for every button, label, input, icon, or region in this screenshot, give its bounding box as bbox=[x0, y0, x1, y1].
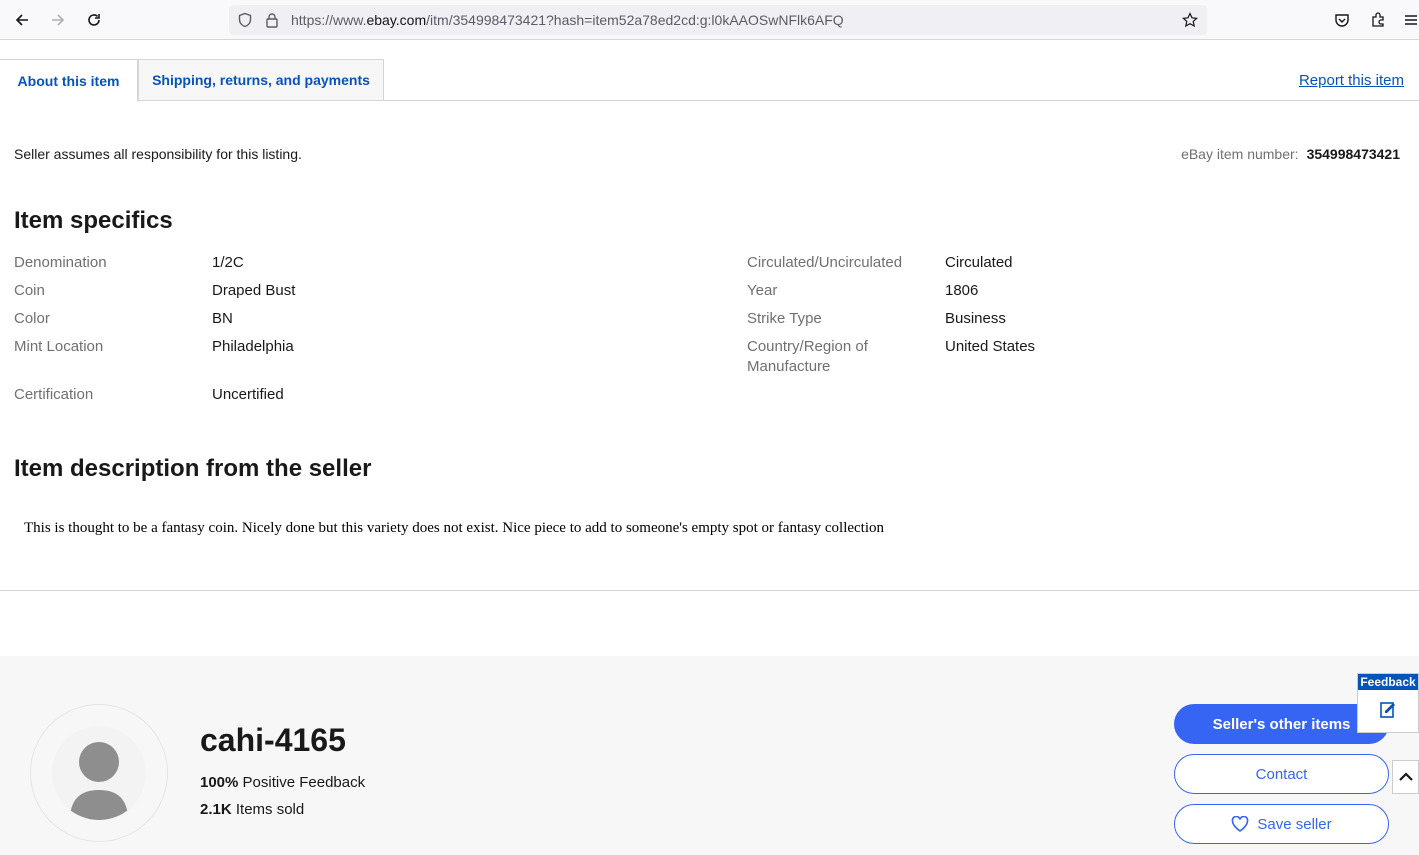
spec-value: BN bbox=[212, 310, 233, 327]
spec-label: Year bbox=[747, 282, 778, 299]
tab-about[interactable]: About this item bbox=[0, 59, 138, 102]
item-number-label: eBay item number: bbox=[1181, 146, 1299, 162]
back-icon[interactable] bbox=[10, 8, 34, 32]
shield-icon[interactable] bbox=[236, 11, 254, 29]
spec-value: Draped Bust bbox=[212, 282, 296, 299]
browser-toolbar: https://www.ebay.com/itm/354998473421?ha… bbox=[0, 0, 1419, 40]
feedback-edit-icon bbox=[1358, 699, 1418, 719]
spec-label: Mint Location bbox=[14, 338, 104, 355]
seller-items-sold: 2.1K Items sold bbox=[200, 801, 304, 818]
save-seller-button[interactable]: Save seller bbox=[1174, 804, 1389, 844]
description-heading: Item description from the seller bbox=[14, 455, 372, 482]
feedback-label: Positive Feedback bbox=[242, 774, 366, 791]
spec-label: Strike Type bbox=[747, 310, 822, 327]
seller-responsibility-note: Seller assumes all responsibility for th… bbox=[14, 146, 302, 162]
item-number: eBay item number: 354998473421 bbox=[1181, 146, 1400, 162]
tab-shipping[interactable]: Shipping, returns, and payments bbox=[138, 59, 384, 101]
spec-value: 1806 bbox=[945, 282, 979, 299]
tab-label: About this item bbox=[17, 72, 120, 89]
scroll-to-top-button[interactable] bbox=[1392, 760, 1419, 794]
forward-icon[interactable] bbox=[46, 8, 70, 32]
url-text: https://www.ebay.com/itm/354998473421?ha… bbox=[291, 12, 844, 28]
spec-value: Business bbox=[945, 310, 1006, 327]
avatar[interactable] bbox=[30, 704, 168, 842]
reload-icon[interactable] bbox=[82, 8, 106, 32]
default-avatar-icon bbox=[52, 726, 146, 820]
spec-label: Certification bbox=[14, 386, 94, 403]
sold-count: 2.1K bbox=[200, 801, 232, 818]
seller-feedback: 100% Positive Feedback bbox=[200, 774, 365, 791]
spec-value: 1/2C bbox=[212, 254, 244, 271]
lock-icon[interactable] bbox=[263, 11, 281, 29]
spec-value: Circulated bbox=[945, 254, 1013, 271]
spec-value: Philadelphia bbox=[212, 338, 294, 355]
bookmark-star-icon[interactable] bbox=[1181, 11, 1199, 29]
save-seller-label: Save seller bbox=[1257, 815, 1332, 833]
contact-seller-button[interactable]: Contact bbox=[1174, 754, 1389, 794]
item-number-value: 354998473421 bbox=[1306, 146, 1400, 162]
spec-label: Country/Region of Manufacture bbox=[747, 338, 868, 375]
item-description-text: This is thought to be a fantasy coin. Ni… bbox=[24, 520, 885, 536]
tab-bar: Shipping, returns, and payments About th… bbox=[0, 59, 1419, 102]
pocket-icon[interactable] bbox=[1330, 8, 1354, 32]
seller-name[interactable]: cahi-4165 bbox=[200, 722, 346, 759]
spec-label: Color bbox=[14, 310, 50, 327]
spec-label: Circulated/Uncirculated bbox=[747, 254, 903, 271]
tab-label: Shipping, returns, and payments bbox=[152, 72, 370, 88]
section-divider bbox=[0, 590, 1419, 591]
menu-icon[interactable] bbox=[1402, 8, 1419, 32]
sold-label: Items sold bbox=[235, 801, 305, 818]
feedback-widget[interactable]: Feedback bbox=[1357, 673, 1419, 733]
feedback-percent: 100% bbox=[200, 774, 239, 791]
heart-icon bbox=[1231, 816, 1249, 832]
spec-value: Uncertified bbox=[212, 386, 284, 403]
spec-label: Coin bbox=[14, 282, 45, 299]
feedback-label: Feedback bbox=[1358, 674, 1418, 690]
chevron-up-icon bbox=[1398, 772, 1413, 781]
spec-label: Denomination bbox=[14, 254, 107, 271]
spec-value: United States bbox=[945, 338, 1036, 355]
address-bar[interactable]: https://www.ebay.com/itm/354998473421?ha… bbox=[229, 5, 1207, 35]
report-item-link[interactable]: Report this item bbox=[1299, 72, 1404, 89]
extensions-icon[interactable] bbox=[1366, 8, 1390, 32]
item-specifics-heading: Item specifics bbox=[14, 207, 173, 234]
